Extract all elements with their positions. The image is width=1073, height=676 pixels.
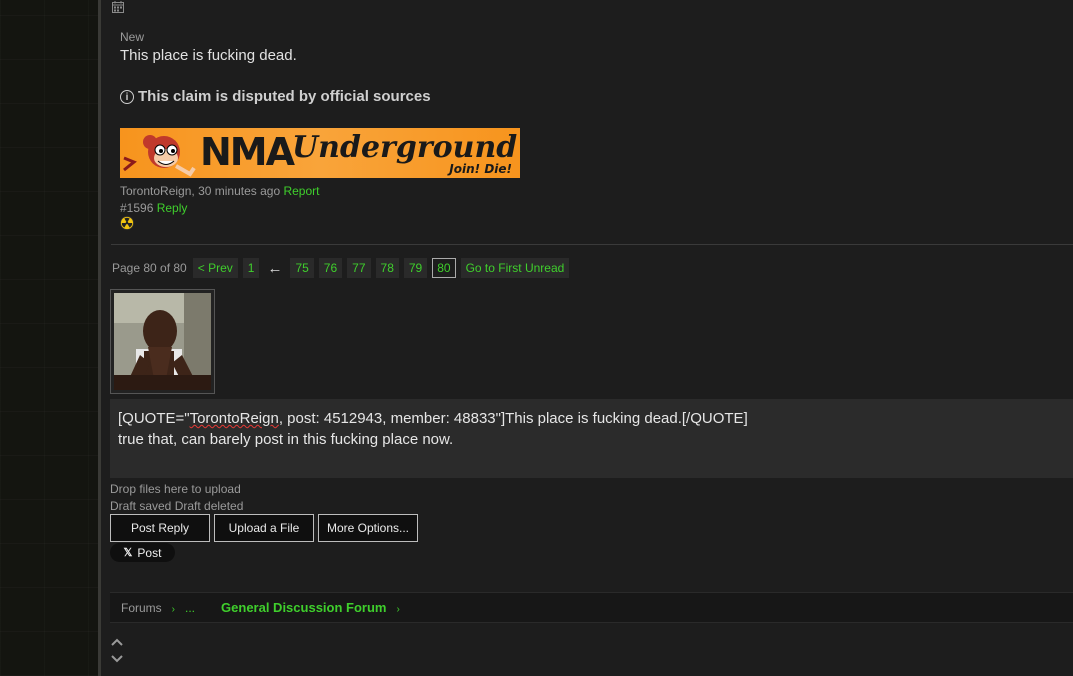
monkey-mascot-icon	[123, 135, 196, 177]
quote-rest: , post: 4512943, member: 48833"]This pla…	[278, 410, 748, 427]
disputed-text: This claim is disputed by official sourc…	[138, 88, 431, 105]
reply-link[interactable]: Reply	[157, 201, 188, 215]
radiation-icon[interactable]	[120, 216, 134, 230]
prev-page-button[interactable]: < Prev	[192, 258, 238, 278]
editor-line-2: true that, can barely post in this fucki…	[118, 431, 454, 448]
more-options-button[interactable]: More Options...	[318, 514, 418, 542]
page-button-current[interactable]: 80	[432, 258, 456, 278]
go-to-first-unread-button[interactable]: Go to First Unread	[460, 258, 570, 278]
drop-files-hint: Drop files here to upload	[110, 482, 241, 496]
x-logo-icon: 𝕏	[123, 547, 133, 559]
new-label: New	[120, 30, 145, 44]
breadcrumb-general-discussion[interactable]: General Discussion Forum	[221, 600, 386, 615]
avatar[interactable]	[110, 289, 215, 394]
page-button[interactable]: 79	[403, 258, 428, 278]
page-button[interactable]: 75	[290, 258, 314, 278]
post-body: This place is fucking dead.	[120, 47, 297, 64]
page-button[interactable]: 76	[318, 258, 343, 278]
page-button[interactable]: 78	[375, 258, 399, 278]
calendar-icon	[112, 1, 124, 13]
banner-nma: NMA	[200, 130, 295, 174]
report-link[interactable]: Report	[283, 184, 319, 198]
post-divider	[111, 244, 1073, 245]
pagination: Page 80 of 80 < Prev 1 ← 75 76 77 78 79 …	[112, 258, 570, 278]
banner-join: Join! Die!	[449, 162, 512, 176]
jump-arrow-icon[interactable]: ←	[267, 260, 282, 277]
page-button[interactable]: 77	[347, 258, 371, 278]
x-post-button[interactable]: 𝕏 Post	[110, 543, 175, 562]
banner-underground: Underground	[292, 130, 518, 165]
chevron-right-icon: ›	[396, 604, 400, 615]
editor-line-1: [QUOTE="TorontoReign, post: 4512943, mem…	[118, 408, 1065, 429]
quote-open: [QUOTE="	[118, 410, 190, 427]
chevron-right-icon: ›	[171, 604, 176, 615]
breadcrumb-ellipsis[interactable]: ...	[185, 601, 195, 615]
avatar-photo	[114, 293, 211, 390]
page-button-first[interactable]: 1	[242, 258, 260, 278]
post-number[interactable]: #1596	[120, 201, 153, 215]
post-meta: TorontoReign, 30 minutes ago Report	[120, 184, 320, 198]
disputed-notice: i This claim is disputed by official sou…	[120, 88, 431, 105]
chevron-up-icon[interactable]	[110, 636, 124, 648]
post-author[interactable]: TorontoReign	[120, 184, 191, 198]
post-reply-button[interactable]: Post Reply	[110, 514, 210, 542]
post-time[interactable]: 30 minutes ago	[198, 184, 280, 198]
upload-file-button[interactable]: Upload a File	[214, 514, 314, 542]
draft-status: Draft saved Draft deleted	[110, 499, 244, 513]
page-background-left	[0, 0, 98, 676]
reply-editor[interactable]: [QUOTE="TorontoReign, post: 4512943, mem…	[110, 399, 1073, 478]
breadcrumb: Forums › ... General Discussion Forum ›	[110, 592, 1073, 623]
breadcrumb-forums[interactable]: Forums	[121, 601, 162, 615]
page-label: Page 80 of 80	[112, 261, 187, 275]
main-content: New This place is fucking dead. i This c…	[101, 0, 1073, 676]
post-meta-2: #1596 Reply	[120, 201, 187, 215]
info-icon: i	[120, 89, 134, 104]
signature-banner[interactable]: NMA Underground Join! Die!	[120, 128, 520, 178]
x-post-label: Post	[137, 545, 162, 560]
chevron-down-icon[interactable]	[110, 653, 124, 665]
quote-author: TorontoReign	[189, 410, 279, 427]
